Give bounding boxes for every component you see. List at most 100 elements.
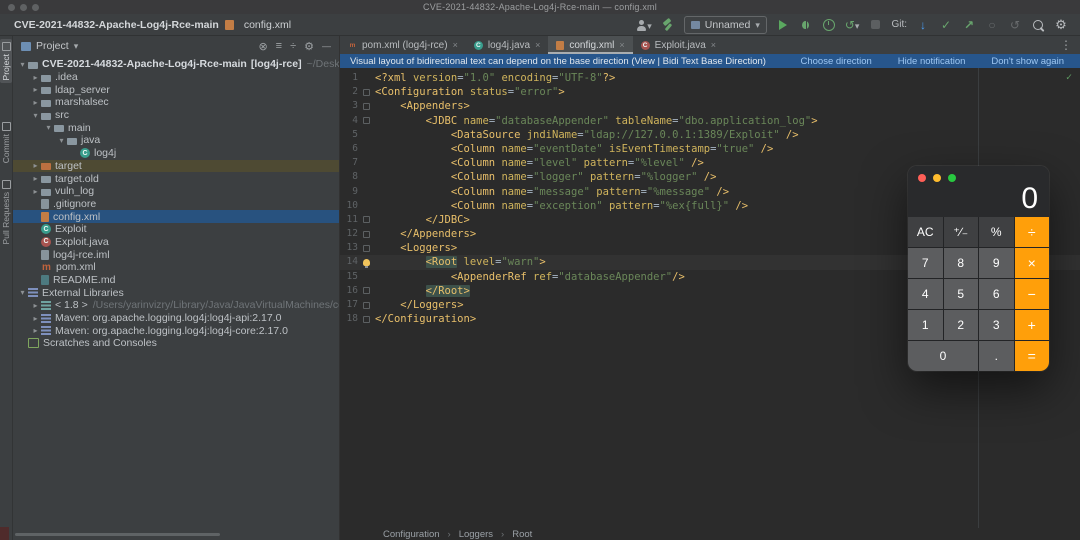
rollback-button[interactable] [1008, 17, 1022, 33]
tab-exploit-java[interactable]: Exploit.java [633, 36, 724, 54]
tree-item-cve-2021-44832-apache-log4j-rce-main[interactable]: CVE-2021-44832-Apache-Log4j-Rce-main[log… [13, 58, 339, 71]
tree-item-pom-xml[interactable]: pom.xml [13, 261, 339, 274]
git-push-button[interactable] [962, 17, 976, 33]
coverage-button[interactable] [845, 17, 860, 33]
project-view-title[interactable]: Project [36, 40, 69, 52]
chevron-right-icon[interactable] [30, 161, 41, 170]
tree-item-main[interactable]: main [13, 121, 339, 134]
calc-key-6[interactable]: 6 [979, 279, 1014, 309]
fold-marker[interactable] [363, 316, 370, 323]
calc-key-7[interactable]: 7 [908, 248, 943, 278]
chevron-right-icon[interactable] [30, 326, 41, 335]
calc-key-0[interactable]: 0 [908, 341, 978, 371]
fold-marker[interactable] [363, 117, 370, 124]
code-line-1[interactable]: 1<?xml version="1.0" encoding="UTF-8"?> [340, 71, 1080, 85]
tree-item-exploit[interactable]: Exploit [13, 223, 339, 236]
inspection-ok-icon[interactable] [1066, 71, 1072, 85]
fold-marker[interactable] [363, 302, 370, 309]
chevron-down-icon[interactable] [56, 136, 67, 145]
calc-key-decimal[interactable]: . [979, 341, 1014, 371]
code-line-2[interactable]: 2<Configuration status="error"> [340, 85, 1080, 99]
chevron-right-icon[interactable] [30, 98, 41, 107]
build-button[interactable] [661, 17, 675, 33]
history-button[interactable] [985, 17, 999, 33]
sidebar-item-commit[interactable]: Commit [0, 119, 12, 166]
tree-item-maven-org-apache-logging-log4j-log4j-api-2-17-0[interactable]: Maven: org.apache.logging.log4j:log4j-ap… [13, 312, 339, 325]
fold-marker[interactable] [363, 245, 370, 252]
tab-pom-xml[interactable]: pom.xml (log4j-rce) [340, 36, 466, 54]
chevron-down-icon[interactable] [30, 111, 41, 120]
fold-marker[interactable] [363, 89, 370, 96]
chevron-down-icon[interactable] [17, 288, 28, 297]
tree-item-readme-md[interactable]: README.md [13, 274, 339, 287]
breadcrumb-root[interactable]: Root [512, 529, 532, 540]
chevron-down-icon[interactable] [74, 40, 79, 52]
calc-key-divide[interactable]: ÷ [1015, 217, 1050, 247]
git-update-button[interactable] [916, 17, 930, 33]
profiler-button[interactable] [822, 17, 836, 33]
chevron-right-icon[interactable] [30, 314, 41, 323]
calc-key-plus-minus[interactable]: ⁺∕₋ [944, 217, 979, 247]
banner-link-don-t-show-again[interactable]: Don't show again [991, 56, 1064, 67]
zoom-window-icon[interactable] [948, 174, 956, 182]
tree-item-config-xml[interactable]: config.xml [13, 210, 339, 223]
run-configuration-select[interactable]: Unnamed [684, 16, 767, 34]
calc-key-minus[interactable]: − [1015, 279, 1050, 309]
tree-item-src[interactable]: src [13, 109, 339, 122]
horizontal-scrollbar[interactable] [15, 533, 220, 536]
calc-key-plus[interactable]: + [1015, 310, 1050, 340]
tree-item-log4j[interactable]: log4j [13, 147, 339, 160]
chevron-right-icon[interactable] [30, 73, 41, 82]
intention-bulb-icon[interactable] [363, 259, 370, 266]
settings-button[interactable] [1054, 17, 1068, 33]
calc-key-4[interactable]: 4 [908, 279, 943, 309]
tree-item-external-libraries[interactable]: External Libraries [13, 286, 339, 299]
tree-item-log4j-rce-iml[interactable]: log4j-rce.iml [13, 248, 339, 261]
calc-key-all-clear[interactable]: AC [908, 217, 943, 247]
banner-link-choose-direction[interactable]: Choose direction [801, 56, 872, 67]
search-everywhere-button[interactable] [1031, 17, 1045, 33]
calc-key-multiply[interactable]: × [1015, 248, 1050, 278]
tree-item-target[interactable]: target [13, 160, 339, 173]
calc-key-percent[interactable]: % [979, 217, 1014, 247]
banner-link-hide-notification[interactable]: Hide notification [898, 56, 966, 67]
breadcrumb-project[interactable]: CVE-2021-44832-Apache-Log4j-Rce-main [14, 19, 219, 31]
tree-item-exploit-java[interactable]: Exploit.java [13, 236, 339, 249]
code-line-3[interactable]: 3 <Appenders> [340, 99, 1080, 113]
user-account-button[interactable] [635, 17, 652, 33]
fold-marker[interactable] [363, 287, 370, 294]
chevron-right-icon[interactable] [30, 301, 41, 310]
fold-marker[interactable] [363, 231, 370, 238]
chevron-right-icon[interactable] [30, 85, 41, 94]
tree-item-maven-org-apache-logging-log4j-log4j-core-2-17-0[interactable]: Maven: org.apache.logging.log4j:log4j-co… [13, 324, 339, 337]
tree-item-idea[interactable]: .idea [13, 71, 339, 84]
code-line-4[interactable]: 4 <JDBC name="databaseAppender" tableNam… [340, 114, 1080, 128]
sidebar-item-project[interactable]: Project [0, 39, 12, 83]
calc-key-5[interactable]: 5 [944, 279, 979, 309]
tree-item-1-8[interactable]: < 1.8 >/Users/yarinvizry/Library/Java/Ja… [13, 299, 339, 312]
minimize-window-icon[interactable] [933, 174, 941, 182]
calc-key-2[interactable]: 2 [944, 310, 979, 340]
panel-settings-icon[interactable] [304, 40, 314, 53]
code-line-6[interactable]: 6 <Column name="eventDate" isEventTimest… [340, 142, 1080, 156]
breadcrumb-file[interactable]: config.xml [244, 19, 291, 31]
code-line-5[interactable]: 5 <DataSource jndiName="ldap://127.0.0.1… [340, 128, 1080, 142]
locate-file-icon[interactable] [258, 40, 267, 53]
calc-key-3[interactable]: 3 [979, 310, 1014, 340]
chevron-down-icon[interactable] [17, 60, 28, 69]
calc-key-9[interactable]: 9 [979, 248, 1014, 278]
tree-item-marshalsec[interactable]: marshalsec [13, 96, 339, 109]
breadcrumb-configuration[interactable]: Configuration [383, 529, 440, 540]
tree-item-ldap-server[interactable]: ldap_server [13, 83, 339, 96]
fold-marker[interactable] [363, 103, 370, 110]
chevron-right-icon[interactable] [30, 174, 41, 183]
run-button[interactable] [776, 17, 790, 33]
hide-panel-icon[interactable] [322, 41, 331, 52]
collapse-all-icon[interactable] [290, 40, 296, 52]
calc-key-8[interactable]: 8 [944, 248, 979, 278]
tab-options-button[interactable] [1052, 36, 1080, 54]
close-window-icon[interactable] [918, 174, 926, 182]
calc-key-1[interactable]: 1 [908, 310, 943, 340]
git-commit-button[interactable] [939, 17, 953, 33]
close-icon[interactable] [535, 40, 540, 51]
